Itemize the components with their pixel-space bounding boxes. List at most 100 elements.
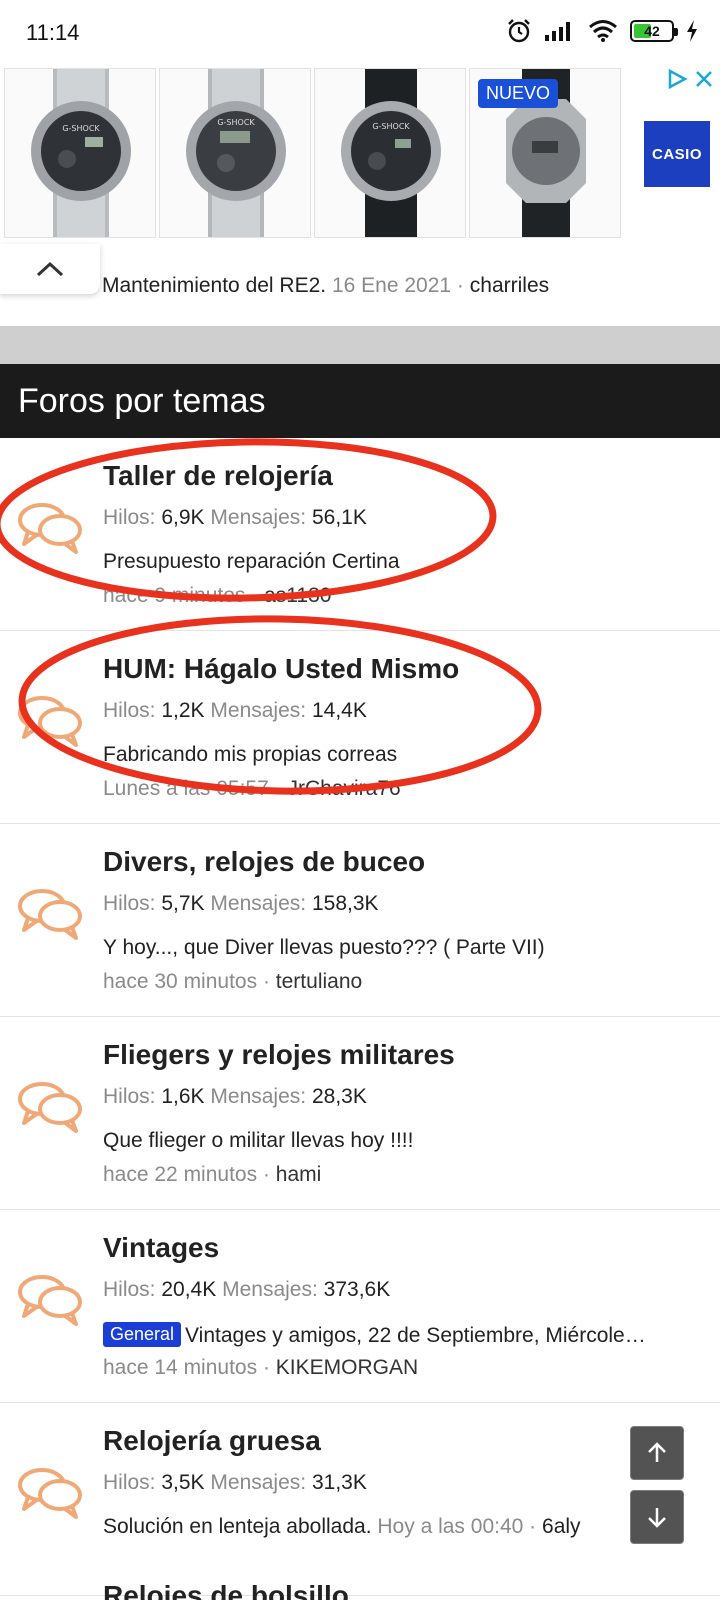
forum-stats: Hilos: 3,5K Mensajes: 31,3K xyxy=(103,1471,367,1495)
section-header: Foros por temas xyxy=(0,364,720,438)
forum-row[interactable]: Taller de relojería Hilos: 6,9K Mensajes… xyxy=(0,438,720,631)
collapse-button[interactable] xyxy=(0,244,100,294)
forum-stats: Hilos: 6,9K Mensajes: 56,1K xyxy=(103,506,367,530)
messages-label: Mensajes: xyxy=(210,699,307,722)
forum-title[interactable]: Taller de relojería xyxy=(103,460,333,492)
forum-stats: Hilos: 5,7K Mensajes: 158,3K xyxy=(103,892,379,916)
separator: · xyxy=(262,1356,270,1379)
latest-thread-link[interactable]: Presupuesto reparación Certina xyxy=(103,550,400,574)
chat-bubbles-icon xyxy=(18,1275,82,1326)
ad-choices-icon[interactable] xyxy=(666,68,688,90)
ad-watch-tile[interactable]: NUEVO xyxy=(469,68,621,238)
chat-bubbles-icon xyxy=(18,889,82,940)
latest-user[interactable]: tertuliano xyxy=(276,970,362,993)
casio-logo[interactable]: CASIO xyxy=(644,121,710,187)
separator: · xyxy=(274,777,282,800)
threads-label: Hilos: xyxy=(103,892,156,915)
watch-image: G-SHOCK xyxy=(341,69,441,237)
ad-watch-tile[interactable]: G-SHOCK xyxy=(4,68,156,238)
latest-thread-link[interactable]: Que flieger o militar llevas hoy !!!! xyxy=(103,1129,413,1153)
scroll-down-button[interactable] xyxy=(630,1490,684,1544)
forum-list: Taller de relojería Hilos: 6,9K Mensajes… xyxy=(0,438,720,1596)
separator: · xyxy=(251,584,259,607)
forum-title[interactable]: Divers, relojes de buceo xyxy=(103,846,425,878)
prefix-badge[interactable]: General xyxy=(103,1322,182,1347)
latest-meta: hace 30 minutos · tertuliano xyxy=(103,970,362,994)
last-post-user[interactable]: charriles xyxy=(470,274,549,297)
forum-title[interactable]: Fliegers y relojes militares xyxy=(103,1039,455,1071)
latest-thread-link[interactable]: Y hoy..., que Diver llevas puesto??? ( P… xyxy=(103,936,545,960)
latest-time: hace 22 minutos xyxy=(103,1163,258,1186)
latest-user[interactable]: as1130 xyxy=(264,584,331,607)
charging-bolt-icon xyxy=(687,20,697,42)
forum-title[interactable]: HUM: Hágalo Usted Mismo xyxy=(103,653,459,685)
threads-label: Hilos: xyxy=(103,506,156,529)
messages-count: 14,4K xyxy=(311,699,367,722)
latest-meta: hace 14 minutos · KIKEMORGAN xyxy=(103,1356,418,1380)
threads-count: 20,4K xyxy=(161,1278,217,1301)
latest-thread-title[interactable]: Vintages y amigos, 22 de Septiembre, Mié… xyxy=(185,1324,646,1347)
forum-title[interactable]: Vintages xyxy=(103,1232,219,1264)
latest-thread-link[interactable]: General Vintages y amigos, 22 de Septiemb… xyxy=(103,1322,646,1348)
latest-user[interactable]: JrChavira76 xyxy=(287,777,400,800)
ad-choices[interactable] xyxy=(666,68,714,90)
latest-user[interactable]: hami xyxy=(276,1163,322,1186)
section-divider xyxy=(0,326,720,364)
forum-row[interactable]: Fliegers y relojes militares Hilos: 1,6K… xyxy=(0,1017,720,1210)
messages-label: Mensajes: xyxy=(210,506,307,529)
chat-bubbles-icon xyxy=(18,696,82,747)
wifi-icon xyxy=(589,20,617,42)
new-badge: NUEVO xyxy=(478,79,559,108)
latest-thread-link[interactable]: Fabricando mis propias correas xyxy=(103,743,397,767)
separator: · xyxy=(262,1163,270,1186)
latest-thread-title[interactable]: Solución en lenteja abollada. xyxy=(103,1515,372,1538)
messages-count: 158,3K xyxy=(311,892,379,915)
separator: · xyxy=(529,1515,537,1538)
svg-text:G-SHOCK: G-SHOCK xyxy=(372,122,410,131)
chevron-up-icon xyxy=(36,261,64,277)
latest-user[interactable]: KIKEMORGAN xyxy=(276,1356,418,1379)
threads-count: 3,5K xyxy=(161,1471,205,1494)
forum-row[interactable]: Relojería gruesa Hilos: 3,5K Mensajes: 3… xyxy=(0,1403,720,1596)
messages-count: 373,6K xyxy=(323,1278,391,1301)
threads-label: Hilos: xyxy=(103,1278,156,1301)
ad-watch-tile[interactable]: G-SHOCK xyxy=(159,68,311,238)
messages-label: Mensajes: xyxy=(222,1278,318,1301)
alarm-icon xyxy=(508,19,530,43)
ad-watch-tile[interactable]: G-SHOCK xyxy=(314,68,466,238)
ad-banner[interactable]: G-SHOCK G-SHOCK G-SHOCK NUEVO CASIO xyxy=(0,66,720,242)
watch-image: G-SHOCK xyxy=(31,69,131,237)
messages-count: 28,3K xyxy=(311,1085,367,1108)
latest-meta: hace 22 minutos · hami xyxy=(103,1163,321,1187)
messages-label: Mensajes: xyxy=(210,892,307,915)
forum-row[interactable]: Vintages Hilos: 20,4K Mensajes: 373,6K G… xyxy=(0,1210,720,1403)
forum-row[interactable]: HUM: Hágalo Usted Mismo Hilos: 1,2K Mens… xyxy=(0,631,720,824)
latest-time: hace 14 minutos xyxy=(103,1356,258,1379)
last-post-date: 16 Ene 2021 xyxy=(331,274,452,297)
last-post-row[interactable]: Mantenimiento del RE2. 16 Ene 2021 · cha… xyxy=(102,274,549,298)
status-icons: 42 xyxy=(506,18,698,44)
forum-stats: Hilos: 1,2K Mensajes: 14,4K xyxy=(103,699,367,723)
svg-text:G-SHOCK: G-SHOCK xyxy=(62,124,100,133)
latest-user[interactable]: 6aly xyxy=(542,1515,581,1538)
forum-stats: Hilos: 20,4K Mensajes: 373,6K xyxy=(103,1278,390,1302)
separator: · xyxy=(456,274,464,297)
latest-time: hace 30 minutos xyxy=(103,970,258,993)
forum-title[interactable]: Relojería gruesa xyxy=(103,1425,321,1457)
scroll-up-button[interactable] xyxy=(630,1426,684,1480)
arrow-up-icon xyxy=(648,1442,666,1462)
watch-image: G-SHOCK xyxy=(186,69,286,237)
forum-title[interactable]: Relojes de bolsillo xyxy=(103,1580,349,1600)
latest-meta: hace 9 minutos · as1130 xyxy=(103,584,331,608)
threads-count: 1,6K xyxy=(161,1085,205,1108)
latest-time: Lunes a las 05:57 xyxy=(103,777,269,800)
close-icon[interactable] xyxy=(694,69,714,89)
forum-row[interactable]: Divers, relojes de buceo Hilos: 5,7K Men… xyxy=(0,824,720,1017)
forum-stats: Hilos: 1,6K Mensajes: 28,3K xyxy=(103,1085,367,1109)
chat-bubbles-icon xyxy=(18,1468,82,1519)
chat-bubbles-icon xyxy=(18,1082,82,1133)
last-post-title[interactable]: Mantenimiento del RE2. xyxy=(102,274,326,297)
svg-text:G-SHOCK: G-SHOCK xyxy=(217,118,255,127)
threads-label: Hilos: xyxy=(103,1085,156,1108)
arrow-down-icon xyxy=(648,1508,666,1528)
